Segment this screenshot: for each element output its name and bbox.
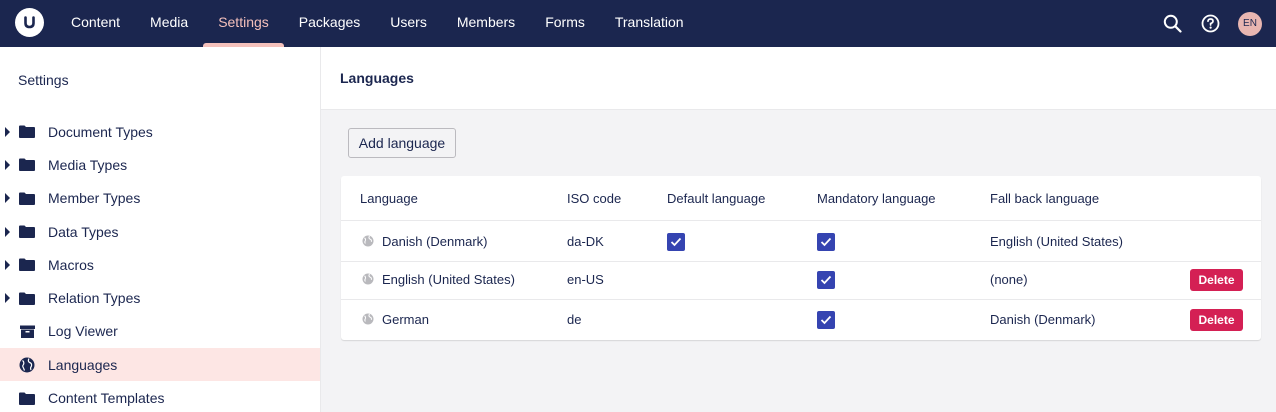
fallback-language: (none) bbox=[990, 272, 1028, 287]
folder-icon bbox=[19, 191, 35, 205]
folder-icon bbox=[19, 158, 35, 172]
expand-caret-icon[interactable] bbox=[5, 126, 10, 137]
sidebar-item-label: Content Templates bbox=[48, 390, 165, 407]
folder-icon bbox=[19, 291, 35, 305]
checkmark-icon bbox=[820, 237, 832, 247]
sidebar-item-log-viewer[interactable]: Log Viewer bbox=[0, 315, 320, 348]
iso-code: de bbox=[567, 312, 582, 327]
settings-tree: Document Types Media Types Member Types Dat… bbox=[0, 115, 320, 412]
column-header-iso: ISO code bbox=[567, 191, 622, 206]
section-nav: Content Media Settings Packages Users Members… bbox=[56, 0, 699, 47]
delete-button[interactable]: Delete bbox=[1190, 309, 1243, 331]
mandatory-language-checkbox[interactable] bbox=[817, 311, 835, 329]
table-header: Language ISO code Default language Manda… bbox=[341, 176, 1261, 221]
expand-caret-icon[interactable] bbox=[5, 159, 10, 170]
sidebar-item-languages[interactable]: Languages bbox=[0, 348, 320, 382]
language-globe-icon bbox=[362, 235, 374, 247]
nav-tab-settings[interactable]: Settings bbox=[203, 0, 284, 47]
expand-caret-icon[interactable] bbox=[5, 293, 10, 304]
folder-icon bbox=[19, 258, 35, 272]
sidebar-item-label: Log Viewer bbox=[48, 323, 118, 340]
language-name[interactable]: German bbox=[382, 312, 429, 327]
nav-tab-forms[interactable]: Forms bbox=[530, 0, 600, 47]
checkmark-icon bbox=[670, 237, 682, 247]
header-actions: EN bbox=[1162, 0, 1262, 47]
folder-icon bbox=[19, 125, 35, 139]
column-header-mandatory: Mandatory language bbox=[817, 191, 936, 206]
sidebar-item-relation-types[interactable]: Relation Types bbox=[0, 281, 320, 314]
fallback-language: English (United States) bbox=[990, 234, 1123, 249]
sidebar-item-label: Languages bbox=[48, 356, 118, 373]
nav-tab-members[interactable]: Members bbox=[442, 0, 530, 47]
sidebar-item-label: Relation Types bbox=[48, 290, 141, 307]
top-navigation-bar: Content Media Settings Packages Users Members… bbox=[0, 0, 1276, 47]
nav-tab-packages[interactable]: Packages bbox=[284, 0, 375, 47]
user-avatar[interactable]: EN bbox=[1238, 11, 1262, 36]
column-header-fallback: Fall back language bbox=[990, 191, 1100, 206]
expand-caret-icon[interactable] bbox=[5, 259, 10, 270]
sidebar-item-label: Document Types bbox=[48, 123, 153, 140]
delete-button[interactable]: Delete bbox=[1190, 269, 1243, 291]
search-icon[interactable] bbox=[1162, 13, 1183, 34]
nav-tab-translation[interactable]: Translation bbox=[600, 0, 699, 47]
sidebar-item-label: Macros bbox=[48, 256, 94, 273]
sidebar-item-label: Data Types bbox=[48, 223, 119, 240]
sidebar-item-data-types[interactable]: Data Types bbox=[0, 215, 320, 248]
iso-code: en-US bbox=[567, 272, 604, 287]
language-globe-icon bbox=[362, 313, 374, 325]
table-row[interactable]: German de Danish (Denmark) Delete bbox=[341, 300, 1261, 340]
sidebar-item-label: Member Types bbox=[48, 190, 141, 207]
languages-table: Language ISO code Default language Manda… bbox=[341, 176, 1261, 340]
iso-code: da-DK bbox=[567, 234, 604, 249]
page-title: Languages bbox=[340, 70, 414, 86]
checkmark-icon bbox=[820, 315, 832, 325]
nav-tab-media[interactable]: Media bbox=[135, 0, 203, 47]
umbraco-logo-icon[interactable] bbox=[15, 8, 44, 37]
sidebar-item-macros[interactable]: Macros bbox=[0, 248, 320, 281]
language-name[interactable]: English (United States) bbox=[382, 272, 515, 287]
column-header-default: Default language bbox=[667, 191, 766, 206]
fallback-language: Danish (Denmark) bbox=[990, 312, 1096, 327]
archive-icon bbox=[19, 324, 35, 338]
expand-caret-icon[interactable] bbox=[5, 193, 10, 204]
folder-icon bbox=[19, 391, 35, 405]
sidebar-title: Settings bbox=[18, 72, 69, 88]
add-language-button[interactable]: Add language bbox=[348, 128, 456, 158]
column-header-language: Language bbox=[360, 191, 418, 206]
folder-icon bbox=[19, 225, 35, 239]
table-row[interactable]: Danish (Denmark) da-DK English (United Sta… bbox=[341, 222, 1261, 262]
mandatory-language-checkbox[interactable] bbox=[817, 233, 835, 251]
default-language-checkbox[interactable] bbox=[667, 233, 685, 251]
sidebar-item-member-types[interactable]: Member Types bbox=[0, 182, 320, 215]
nav-tab-content[interactable]: Content bbox=[56, 0, 135, 47]
help-icon[interactable] bbox=[1200, 13, 1221, 34]
sidebar-item-media-types[interactable]: Media Types bbox=[0, 148, 320, 181]
table-row[interactable]: English (United States) en-US (none) Delete bbox=[341, 260, 1261, 300]
language-globe-icon bbox=[362, 273, 374, 285]
expand-caret-icon[interactable] bbox=[5, 226, 10, 237]
globe-icon bbox=[19, 357, 35, 373]
sidebar-item-content-templates[interactable]: Content Templates bbox=[0, 381, 320, 412]
sidebar: Settings Document Types Media Types Member… bbox=[0, 47, 321, 412]
nav-tab-users[interactable]: Users bbox=[375, 0, 442, 47]
sidebar-item-document-types[interactable]: Document Types bbox=[0, 115, 320, 148]
checkmark-icon bbox=[820, 275, 832, 285]
language-name[interactable]: Danish (Denmark) bbox=[382, 234, 487, 249]
mandatory-language-checkbox[interactable] bbox=[817, 271, 835, 289]
main-header: Languages bbox=[321, 47, 1276, 110]
sidebar-item-label: Media Types bbox=[48, 156, 128, 173]
